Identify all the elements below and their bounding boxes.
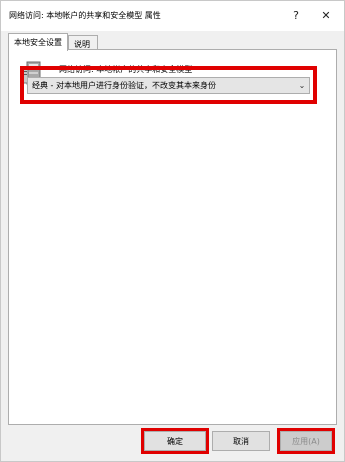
chevron-down-icon: ⌄ bbox=[298, 81, 306, 90]
tab-label: 说明 bbox=[74, 40, 90, 49]
close-button[interactable]: ✕ bbox=[315, 5, 337, 25]
dialog-title: 网络访问: 本地帐户的共享和安全模型 属性 bbox=[9, 11, 161, 20]
tab-explain[interactable]: 说明 bbox=[68, 35, 98, 50]
title-bar: 网络访问: 本地帐户的共享和安全模型 属性 ? ✕ bbox=[1, 1, 344, 31]
help-icon: ? bbox=[293, 8, 299, 22]
select-value: 经典 - 对本地用户进行身份验证，不改变其本来身份 bbox=[32, 81, 216, 90]
cancel-label: 取消 bbox=[233, 436, 249, 446]
properties-dialog: 网络访问: 本地帐户的共享和安全模型 属性 ? ✕ 本地安全设置 说明 网络访问… bbox=[0, 0, 345, 462]
apply-button[interactable]: 应用(A) bbox=[280, 431, 332, 451]
tab-local-security-setting[interactable]: 本地安全设置 bbox=[8, 33, 68, 51]
ok-button[interactable]: 确定 bbox=[144, 431, 206, 451]
tab-label: 本地安全设置 bbox=[14, 38, 62, 47]
help-button[interactable]: ? bbox=[285, 5, 307, 25]
close-icon: ✕ bbox=[321, 8, 331, 22]
security-model-select[interactable]: 经典 - 对本地用户进行身份验证，不改变其本来身份 ⌄ bbox=[27, 77, 310, 94]
cancel-button[interactable]: 取消 bbox=[212, 431, 270, 451]
apply-label: 应用(A) bbox=[292, 436, 320, 446]
tab-panel: 网络访问: 本地帐户的共享和安全模型 bbox=[8, 49, 337, 425]
ok-label: 确定 bbox=[167, 436, 183, 446]
